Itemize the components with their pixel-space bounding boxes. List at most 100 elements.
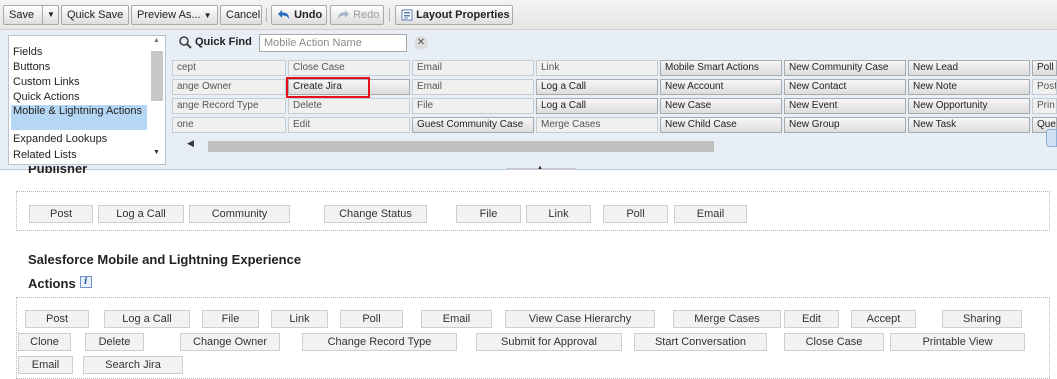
mobile-action[interactable]: Merge Cases: [673, 310, 781, 328]
palette-action[interactable]: Email: [412, 60, 534, 76]
layout-properties-button[interactable]: Layout Properties: [395, 5, 513, 25]
palette-action[interactable]: New Opportunity: [908, 98, 1030, 114]
undo-icon: [278, 10, 289, 20]
category-expanded-lookups[interactable]: Expanded Lookups: [11, 133, 147, 145]
mobile-action[interactable]: Accept: [851, 310, 916, 328]
palette-action[interactable]: New Lead: [908, 60, 1030, 76]
palette-action[interactable]: Guest Community Case: [412, 117, 534, 133]
redo-icon: [338, 10, 349, 20]
quick-find-label: Quick Find: [195, 36, 252, 48]
palette-action[interactable]: New Event: [784, 98, 906, 114]
palette-action[interactable]: Email: [412, 79, 534, 95]
category-scrollbar[interactable]: ▲ ▼: [150, 37, 164, 163]
layout-canvas: Publisher Post Log a Call Community Chan…: [0, 166, 1057, 379]
mobile-action[interactable]: Printable View: [890, 333, 1025, 351]
palette-action[interactable]: New Account: [660, 79, 782, 95]
properties-icon: [401, 9, 413, 21]
palette-action[interactable]: Prin: [1032, 98, 1057, 114]
publisher-action[interactable]: Poll: [603, 205, 668, 223]
cancel-button[interactable]: Cancel: [220, 5, 262, 25]
palette-action[interactable]: Merge Cases: [536, 117, 658, 133]
publisher-action[interactable]: File: [456, 205, 521, 223]
mobile-action[interactable]: File: [202, 310, 259, 328]
palette-action[interactable]: File: [412, 98, 534, 114]
scroll-down-icon[interactable]: ▼: [153, 149, 160, 156]
panel-edge-tab[interactable]: [1046, 129, 1057, 147]
palette-action[interactable]: New Group: [784, 117, 906, 133]
mobile-action[interactable]: Search Jira: [83, 356, 183, 374]
mobile-action[interactable]: Change Record Type: [302, 333, 457, 351]
mobile-action[interactable]: View Case Hierarchy: [505, 310, 655, 328]
mobile-action[interactable]: Edit: [784, 310, 839, 328]
category-quick-actions[interactable]: Quick Actions: [11, 91, 147, 103]
palette-action[interactable]: Link: [536, 60, 658, 76]
preview-as-label: Preview As...: [137, 9, 201, 21]
layout-toolbar: Save ▼ Quick Save Preview As... ▼ Cancel…: [0, 0, 1057, 30]
scrollbar-thumb[interactable]: [151, 51, 163, 101]
publisher-action[interactable]: Link: [526, 205, 591, 223]
palette-action[interactable]: New Case: [660, 98, 782, 114]
mobile-action[interactable]: Post: [25, 310, 89, 328]
undo-label: Undo: [294, 9, 323, 21]
mobile-action[interactable]: Email: [18, 356, 73, 374]
category-related-lists[interactable]: Related Lists: [11, 149, 147, 161]
publisher-action[interactable]: Community: [189, 205, 290, 223]
undo-button[interactable]: Undo: [271, 5, 327, 25]
caret-down-icon[interactable]: ▼: [47, 6, 55, 24]
palette-action[interactable]: New Community Case: [784, 60, 906, 76]
mobile-action[interactable]: Sharing: [942, 310, 1022, 328]
mobile-action[interactable]: Change Owner: [180, 333, 280, 351]
redo-button[interactable]: Redo: [330, 5, 384, 25]
mobile-action[interactable]: Log a Call: [104, 310, 190, 328]
palette-action[interactable]: Post: [1032, 79, 1057, 95]
palette-action[interactable]: ange Owner: [172, 79, 286, 95]
scrollbar-thumb[interactable]: [208, 141, 714, 152]
publisher-action[interactable]: Email: [674, 205, 747, 223]
actions-grid: Quick Find ✕ cept Close Case Email Link …: [172, 33, 1057, 165]
mobile-action[interactable]: Clone: [18, 333, 71, 351]
palette-action[interactable]: Log a Call: [536, 79, 658, 95]
layout-properties-label: Layout Properties: [416, 9, 510, 21]
horizontal-scrollbar[interactable]: ◀: [172, 138, 1057, 152]
palette-action[interactable]: New Task: [908, 117, 1030, 133]
category-mobile-lightning-actions[interactable]: Mobile & Lightning Actions: [11, 105, 147, 130]
mobile-action[interactable]: Submit for Approval: [476, 333, 622, 351]
category-fields[interactable]: Fields: [11, 46, 147, 58]
category-custom-links[interactable]: Custom Links: [11, 76, 147, 88]
palette-action[interactable]: Poll: [1032, 60, 1057, 76]
mobile-action[interactable]: Start Conversation: [634, 333, 767, 351]
palette-action[interactable]: Mobile Smart Actions: [660, 60, 782, 76]
palette-action[interactable]: Close Case: [288, 60, 410, 76]
mobile-action[interactable]: Close Case: [784, 333, 884, 351]
clear-search-icon[interactable]: ✕: [414, 36, 428, 50]
publisher-title-text: Publisher: [28, 166, 88, 176]
palette-action[interactable]: Edit: [288, 117, 410, 133]
mobile-action[interactable]: Link: [271, 310, 328, 328]
mobile-action[interactable]: Delete: [85, 333, 144, 351]
redo-label: Redo: [353, 9, 380, 21]
mobile-action[interactable]: Email: [421, 310, 492, 328]
palette-panel: Fields Buttons Custom Links Quick Action…: [0, 30, 1057, 170]
mobile-action[interactable]: Poll: [340, 310, 403, 328]
scroll-up-icon[interactable]: ▲: [153, 37, 160, 44]
publisher-action[interactable]: Post: [29, 205, 93, 223]
preview-as-button[interactable]: Preview As... ▼: [131, 5, 218, 25]
palette-action[interactable]: cept: [172, 60, 286, 76]
palette-action[interactable]: Delete: [288, 98, 410, 114]
mobile-actions-box: Post Log a Call File Link Poll Email Vie…: [16, 297, 1050, 379]
palette-action[interactable]: one: [172, 117, 286, 133]
category-buttons[interactable]: Buttons: [11, 61, 147, 73]
scroll-left-icon[interactable]: ◀: [187, 138, 194, 149]
palette-action[interactable]: ange Record Type: [172, 98, 286, 114]
quick-save-button[interactable]: Quick Save: [61, 5, 129, 25]
quick-find-input[interactable]: [259, 34, 407, 52]
info-icon[interactable]: i: [79, 276, 92, 288]
palette-action[interactable]: New Note: [908, 79, 1030, 95]
palette-action[interactable]: New Child Case: [660, 117, 782, 133]
save-button-label: Save: [9, 9, 35, 21]
save-button[interactable]: Save ▼: [3, 5, 59, 25]
palette-action[interactable]: New Contact: [784, 79, 906, 95]
palette-action[interactable]: Log a Call: [536, 98, 658, 114]
publisher-action[interactable]: Log a Call: [98, 205, 184, 223]
publisher-action[interactable]: Change Status: [324, 205, 427, 223]
